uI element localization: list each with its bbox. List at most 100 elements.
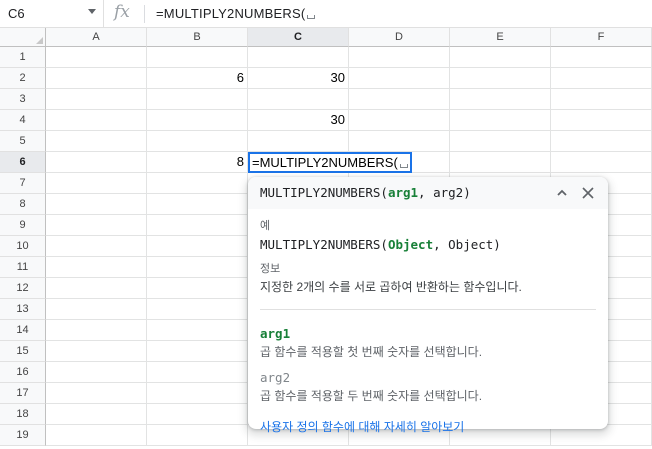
column-header-a[interactable]: A	[46, 28, 147, 47]
cell-a14[interactable]	[46, 320, 147, 341]
cell-f1[interactable]	[551, 47, 652, 68]
cell-b17[interactable]	[147, 383, 248, 404]
cell-e5[interactable]	[450, 131, 551, 152]
cell-c5[interactable]	[248, 131, 349, 152]
cell-b1[interactable]	[147, 47, 248, 68]
cell-a18[interactable]	[46, 404, 147, 425]
cell-b15[interactable]	[147, 341, 248, 362]
cell-a15[interactable]	[46, 341, 147, 362]
cell-d5[interactable]	[349, 131, 450, 152]
select-all-corner[interactable]	[0, 28, 46, 47]
cell-f5[interactable]	[551, 131, 652, 152]
cell-b3[interactable]	[147, 89, 248, 110]
row-header-17[interactable]: 17	[0, 383, 46, 404]
row-header-19[interactable]: 19	[0, 425, 46, 446]
cell-c6[interactable]: =MULTIPLY2NUMBERS(	[248, 152, 412, 173]
cell-c1[interactable]	[248, 47, 349, 68]
close-icon[interactable]	[578, 183, 598, 203]
cell-b18[interactable]	[147, 404, 248, 425]
cell-d1[interactable]	[349, 47, 450, 68]
cell-e3[interactable]	[450, 89, 551, 110]
example-function-name: MULTIPLY2NUMBERS(	[260, 237, 388, 252]
cell-b6[interactable]: 8	[147, 152, 248, 173]
cell-d3[interactable]	[349, 89, 450, 110]
row-header-12[interactable]: 12	[0, 278, 46, 299]
cell-b7[interactable]	[147, 173, 248, 194]
row-header-15[interactable]: 15	[0, 341, 46, 362]
cell-f3[interactable]	[551, 89, 652, 110]
formula-input[interactable]: =MULTIPLY2NUMBERS(	[156, 6, 316, 21]
row-header-8[interactable]: 8	[0, 194, 46, 215]
row-header-10[interactable]: 10	[0, 236, 46, 257]
cell-a17[interactable]	[46, 383, 147, 404]
cell-b9[interactable]	[147, 215, 248, 236]
column-header-c[interactable]: C	[248, 28, 349, 47]
row-header-4[interactable]: 4	[0, 110, 46, 131]
cell-b5[interactable]	[147, 131, 248, 152]
cell-b19[interactable]	[147, 425, 248, 446]
row-header-14[interactable]: 14	[0, 320, 46, 341]
column-header-e[interactable]: E	[450, 28, 551, 47]
row-header-7[interactable]: 7	[0, 173, 46, 194]
cell-b8[interactable]	[147, 194, 248, 215]
cell-a19[interactable]	[46, 425, 147, 446]
cell-a8[interactable]	[46, 194, 147, 215]
cell-a10[interactable]	[46, 236, 147, 257]
cell-d2[interactable]	[349, 68, 450, 89]
cell-a6[interactable]	[46, 152, 147, 173]
cell-b10[interactable]	[147, 236, 248, 257]
cell-c3[interactable]	[248, 89, 349, 110]
cell-a12[interactable]	[46, 278, 147, 299]
cell-a9[interactable]	[46, 215, 147, 236]
learn-more-link[interactable]: 사용자 정의 함수에 대해 자세히 알아보기	[260, 418, 596, 435]
row-header-6[interactable]: 6	[0, 152, 46, 173]
signature-function-name: MULTIPLY2NUMBERS(	[260, 185, 388, 200]
cell-f2[interactable]	[551, 68, 652, 89]
cell-a16[interactable]	[46, 362, 147, 383]
row-header-2[interactable]: 2	[0, 68, 46, 89]
example-rest: , Object)	[433, 237, 501, 252]
cell-a13[interactable]	[46, 299, 147, 320]
column-header-b[interactable]: B	[147, 28, 248, 47]
cell-b14[interactable]	[147, 320, 248, 341]
function-help-popup: MULTIPLY2NUMBERS(arg1, arg2) 예 MULTIPLY2…	[248, 177, 608, 434]
cell-b11[interactable]	[147, 257, 248, 278]
row-header-13[interactable]: 13	[0, 299, 46, 320]
cell-f4[interactable]	[551, 110, 652, 131]
formula-bar-divider	[144, 5, 145, 23]
cell-b4[interactable]	[147, 110, 248, 131]
cell-b13[interactable]	[147, 299, 248, 320]
row-header-16[interactable]: 16	[0, 362, 46, 383]
row-header-1[interactable]: 1	[0, 47, 46, 68]
cell-a1[interactable]	[46, 47, 147, 68]
column-header-d[interactable]: D	[349, 28, 450, 47]
cell-a7[interactable]	[46, 173, 147, 194]
name-box[interactable]: C6	[0, 0, 104, 28]
cell-a2[interactable]	[46, 68, 147, 89]
row-header-9[interactable]: 9	[0, 215, 46, 236]
cell-e1[interactable]	[450, 47, 551, 68]
cell-a4[interactable]	[46, 110, 147, 131]
cell-a3[interactable]	[46, 89, 147, 110]
cell-e2[interactable]	[450, 68, 551, 89]
cell-a5[interactable]	[46, 131, 147, 152]
cell-d4[interactable]	[349, 110, 450, 131]
row-header-18[interactable]: 18	[0, 404, 46, 425]
cell-a11[interactable]	[46, 257, 147, 278]
collapse-chevron-up-icon[interactable]	[552, 183, 572, 203]
cell-f6[interactable]	[551, 152, 652, 173]
row-header-3[interactable]: 3	[0, 89, 46, 110]
cell-b12[interactable]	[147, 278, 248, 299]
example-usage: MULTIPLY2NUMBERS(Object, Object)	[260, 237, 596, 252]
cell-e6[interactable]	[450, 152, 551, 173]
cell-b16[interactable]	[147, 362, 248, 383]
chevron-down-icon[interactable]	[88, 9, 96, 14]
cell-c4[interactable]: 30	[248, 110, 349, 131]
cell-b2[interactable]: 6	[147, 68, 248, 89]
row-header-11[interactable]: 11	[0, 257, 46, 278]
signature-active-arg: arg1	[387, 185, 419, 200]
row-header-5[interactable]: 5	[0, 131, 46, 152]
column-header-f[interactable]: F	[551, 28, 652, 47]
cell-c2[interactable]: 30	[248, 68, 349, 89]
cell-e4[interactable]	[450, 110, 551, 131]
